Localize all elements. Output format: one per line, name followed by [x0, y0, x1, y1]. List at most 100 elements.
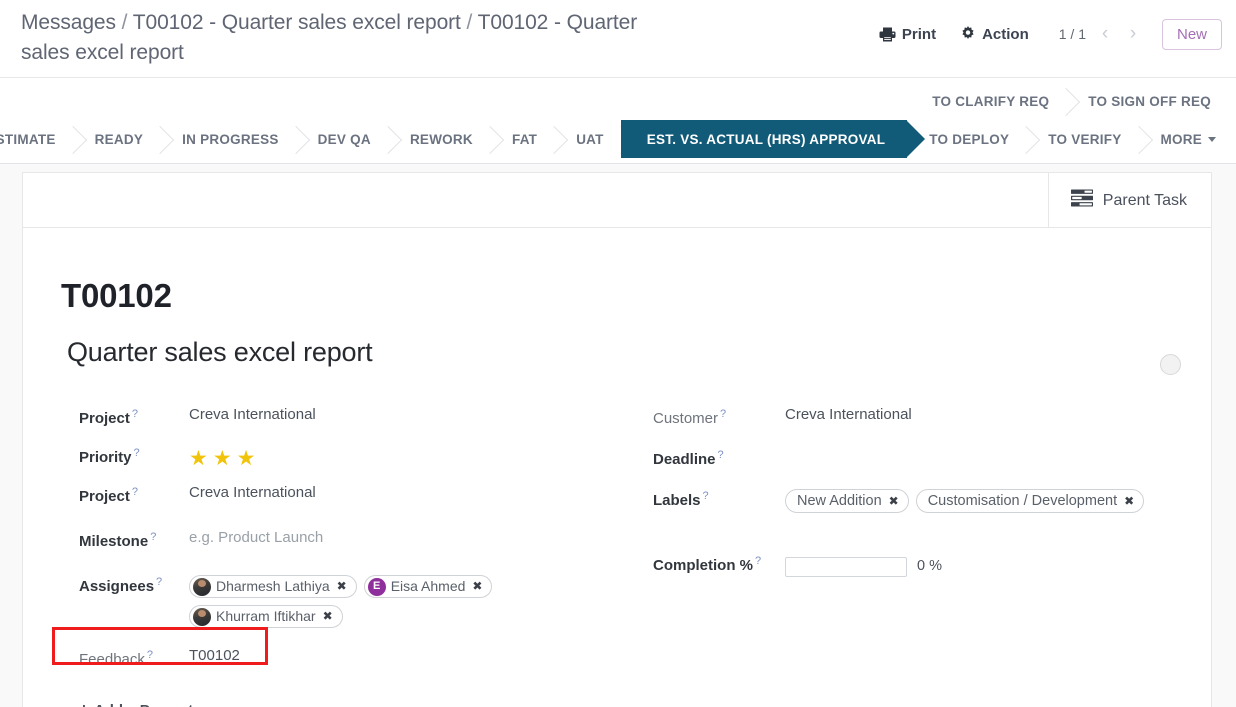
- control-panel: Messages / T00102 - Quarter sales excel …: [0, 0, 1236, 78]
- breadcrumb-level-1[interactable]: T00102 - Quarter sales excel report: [133, 11, 461, 34]
- print-button[interactable]: Print: [867, 22, 948, 47]
- field-project-2-value[interactable]: Creva International: [189, 474, 617, 503]
- status-to-verify[interactable]: TO VERIFY: [1026, 120, 1139, 158]
- completion-progress-bar[interactable]: [785, 556, 907, 577]
- chevron-right-icon[interactable]: ›: [1120, 20, 1146, 48]
- field-feedback-label: Feedback?: [79, 649, 153, 668]
- assignee-tag[interactable]: Khurram Iftikhar ✖: [189, 605, 343, 628]
- field-project-1: Project? Creva International: [79, 396, 617, 435]
- control-panel-actions: Print Action 1 / 1 ‹ › New: [867, 14, 1236, 54]
- statusbar-row-top: TO CLARIFY REQ TO SIGN OFF REQ: [910, 84, 1228, 118]
- field-assignees-value: Dharmesh Lathiya ✖ E Eisa Ahmed ✖ Khurra…: [189, 564, 617, 628]
- help-marker[interactable]: ?: [132, 408, 138, 420]
- completion-progress: 0 %: [785, 551, 1173, 577]
- remove-icon[interactable]: ✖: [337, 576, 347, 597]
- avatar: [193, 577, 211, 596]
- field-project-1-value[interactable]: Creva International: [189, 396, 617, 425]
- field-completion: Completion %? 0 %: [653, 543, 1173, 584]
- field-deadline: Deadline?: [653, 437, 1173, 478]
- plus-icon: +: [79, 700, 89, 707]
- parent-task-label: Parent Task: [1102, 191, 1187, 209]
- status-to-estimate[interactable]: TO ESTIMATE: [0, 120, 73, 158]
- star-icon[interactable]: ★: [237, 448, 256, 469]
- statusbar-row-bottom: TO ESTIMATE READY IN PROGRESS DEV QA REW…: [0, 120, 1228, 158]
- star-icon[interactable]: ★: [189, 448, 208, 469]
- record-title[interactable]: Quarter sales excel report: [67, 332, 1173, 372]
- action-label: Action: [982, 25, 1029, 43]
- star-icon[interactable]: ★: [213, 448, 232, 469]
- status-est-vs-actual-approval[interactable]: EST. VS. ACTUAL (HRS) APPROVAL: [607, 120, 925, 158]
- field-milestone-input[interactable]: e.g. Product Launch: [189, 519, 617, 548]
- sheet-body: T00102 Quarter sales excel report Projec…: [23, 228, 1211, 707]
- field-project-2: Project? Creva International: [79, 474, 617, 513]
- field-labels-value: New Addition ✖ Customisation / Developme…: [785, 478, 1173, 513]
- pager: 1 / 1 ‹ ›: [1055, 20, 1146, 48]
- assignee-tag[interactable]: Dharmesh Lathiya ✖: [189, 575, 357, 598]
- status-to-clarify-req[interactable]: TO CLARIFY REQ: [910, 84, 1067, 118]
- label-tag-list: New Addition ✖ Customisation / Developme…: [785, 486, 1173, 513]
- help-marker[interactable]: ?: [718, 449, 724, 461]
- print-label: Print: [901, 25, 937, 43]
- assignee-tag[interactable]: E Eisa Ahmed ✖: [363, 575, 493, 598]
- help-marker[interactable]: ?: [703, 490, 709, 502]
- field-project-1-label: Project?: [79, 408, 138, 427]
- statusbar: TO CLARIFY REQ TO SIGN OFF REQ TO ESTIMA…: [0, 78, 1236, 164]
- form-column-right: Customer? Creva International Deadline? …: [617, 396, 1173, 676]
- form-sheet: Parent Task T00102 Quarter sales excel r…: [22, 172, 1212, 707]
- field-completion-value: 0 %: [785, 543, 1173, 577]
- field-labels-label: Labels?: [653, 490, 709, 509]
- field-deadline-label: Deadline?: [653, 449, 724, 468]
- remove-icon[interactable]: ✖: [472, 576, 482, 597]
- label-tag[interactable]: New Addition ✖: [785, 489, 909, 513]
- list-bars-icon: [1070, 189, 1093, 212]
- remove-icon[interactable]: ✖: [889, 491, 899, 512]
- printer-icon: [879, 27, 896, 42]
- form-columns: Project? Creva International Priority? ★…: [52, 396, 1173, 676]
- chevron-left-icon[interactable]: ‹: [1092, 20, 1118, 48]
- new-button[interactable]: New: [1161, 18, 1222, 50]
- action-button[interactable]: Action: [948, 22, 1041, 47]
- label-tag[interactable]: Customisation / Development ✖: [915, 489, 1145, 513]
- avatar: [193, 607, 211, 626]
- help-marker[interactable]: ?: [156, 576, 162, 588]
- help-marker[interactable]: ?: [134, 447, 140, 459]
- kanban-state-dot[interactable]: [1160, 354, 1181, 375]
- add-property-button[interactable]: + Add a Property: [79, 700, 201, 707]
- field-customer-value[interactable]: Creva International: [785, 396, 1173, 425]
- form-column-left: Project? Creva International Priority? ★…: [52, 396, 617, 676]
- field-milestone: Milestone? e.g. Product Launch: [79, 519, 617, 558]
- help-marker[interactable]: ?: [147, 649, 153, 661]
- help-marker[interactable]: ?: [132, 486, 138, 498]
- field-feedback: Feedback? T00102: [52, 627, 617, 676]
- completion-percent-text: 0 %: [917, 558, 942, 574]
- assignee-tag-list: Dharmesh Lathiya ✖ E Eisa Ahmed ✖ Khurra…: [189, 572, 519, 628]
- stat-button-box: Parent Task: [23, 173, 1211, 228]
- gear-icon: [960, 26, 976, 42]
- field-assignees: Assignees? Dharmesh Lathiya ✖ E Eisa Ahm…: [79, 564, 617, 628]
- priority-stars: ★ ★ ★: [189, 443, 617, 469]
- breadcrumb-separator-2: /: [466, 11, 473, 34]
- assignee-name: Eisa Ahmed: [390, 578, 466, 594]
- remove-icon[interactable]: ✖: [1124, 491, 1134, 512]
- status-rework[interactable]: REWORK: [387, 120, 490, 158]
- help-marker[interactable]: ?: [755, 555, 761, 567]
- breadcrumb: Messages / T00102 - Quarter sales excel …: [21, 8, 661, 68]
- label-tag-text: New Addition: [797, 492, 882, 509]
- parent-task-button[interactable]: Parent Task: [1047, 173, 1211, 228]
- status-in-progress[interactable]: IN PROGRESS: [160, 120, 296, 158]
- record-id: T00102: [61, 277, 172, 314]
- help-marker[interactable]: ?: [150, 531, 156, 543]
- remove-icon[interactable]: ✖: [323, 606, 333, 627]
- field-priority-label: Priority?: [79, 447, 140, 466]
- field-completion-label: Completion %?: [653, 555, 762, 574]
- status-to-sign-off-req[interactable]: TO SIGN OFF REQ: [1066, 84, 1228, 118]
- avatar: E: [367, 577, 386, 596]
- assignee-name: Khurram Iftikhar: [216, 608, 316, 624]
- field-assignees-label: Assignees?: [79, 576, 163, 595]
- breadcrumb-root[interactable]: Messages: [21, 11, 116, 34]
- help-marker[interactable]: ?: [720, 408, 726, 420]
- field-priority: Priority? ★ ★ ★: [79, 435, 617, 474]
- field-feedback-value[interactable]: T00102: [189, 637, 617, 666]
- field-deadline-input[interactable]: [785, 437, 1173, 445]
- assignee-name: Dharmesh Lathiya: [216, 578, 330, 594]
